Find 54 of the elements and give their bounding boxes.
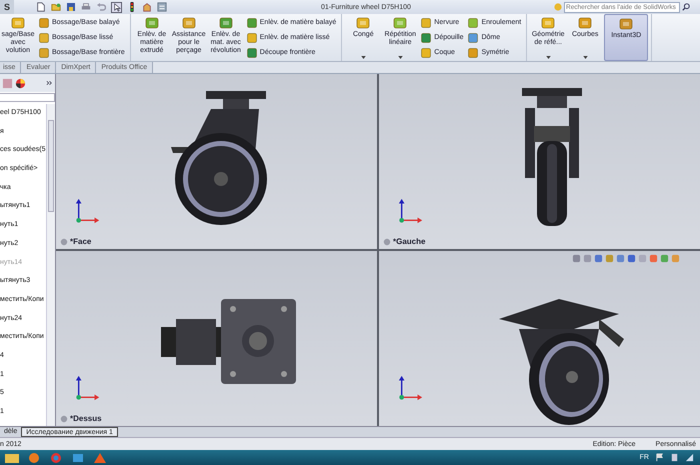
- caret-icon[interactable]: [360, 56, 366, 59]
- tool-icon: [468, 18, 478, 28]
- tool-icon: [578, 16, 592, 30]
- tool-icon: [246, 18, 257, 28]
- tool-icon: [218, 16, 233, 30]
- open-folder-icon[interactable]: [51, 2, 62, 12]
- axis-triad-icon: [397, 197, 425, 225]
- app-menu-button[interactable]: S: [0, 0, 14, 14]
- view-orientation-icon: [60, 238, 68, 246]
- tool-icon: [541, 16, 556, 30]
- help-icon: [554, 3, 562, 11]
- chevron-icon[interactable]: [46, 80, 53, 86]
- caret-icon[interactable]: [398, 56, 403, 59]
- tool-icon: [468, 32, 478, 42]
- save-icon[interactable]: [66, 2, 76, 12]
- select-pointer-icon[interactable]: [111, 2, 122, 12]
- graphics-viewport[interactable]: [379, 251, 700, 426]
- tool-icon: [421, 48, 432, 58]
- view-label: *Dessus: [70, 414, 102, 423]
- tool-icon: [421, 18, 432, 28]
- graphics-viewport[interactable]: *Dessus: [56, 251, 377, 426]
- view-orientation-icon: [60, 414, 68, 422]
- view-label: *Face: [70, 237, 92, 246]
- graphics-viewport[interactable]: *Face: [56, 74, 377, 249]
- filter-field[interactable]: [0, 93, 55, 102]
- new-document-icon[interactable]: [36, 2, 46, 12]
- scrollbar[interactable]: [46, 104, 55, 426]
- graphics-viewport[interactable]: *Gauche: [379, 74, 700, 249]
- caret-icon[interactable]: [546, 56, 551, 59]
- tool-icon: [421, 32, 432, 42]
- axis-triad-icon: [74, 197, 102, 225]
- flag-icon[interactable]: [655, 453, 664, 462]
- caret-icon[interactable]: [582, 56, 588, 59]
- print-icon[interactable]: [81, 2, 92, 12]
- tool-icon: [393, 16, 408, 30]
- tool-icon: [619, 17, 634, 31]
- color-wheel-icon[interactable]: [15, 78, 26, 88]
- tool-icon: [246, 32, 257, 42]
- tool-icon: [246, 48, 257, 58]
- view-label: *Gauche: [393, 237, 426, 246]
- axis-triad-icon: [397, 374, 425, 402]
- axis-triad-icon: [74, 374, 102, 402]
- tool-icon: [182, 16, 196, 30]
- signal-icon[interactable]: [685, 453, 694, 462]
- app-icon[interactable]: [70, 452, 86, 464]
- search-icon[interactable]: [682, 3, 690, 11]
- undo-icon[interactable]: [96, 2, 106, 12]
- view-orientation-icon: [383, 238, 391, 246]
- tool-icon: [468, 48, 478, 58]
- tool-icon: [11, 16, 25, 30]
- tool-icon: [144, 16, 159, 30]
- options-icon[interactable]: [157, 2, 168, 12]
- tool-icon: [356, 16, 370, 30]
- folder-icon[interactable]: [4, 452, 20, 464]
